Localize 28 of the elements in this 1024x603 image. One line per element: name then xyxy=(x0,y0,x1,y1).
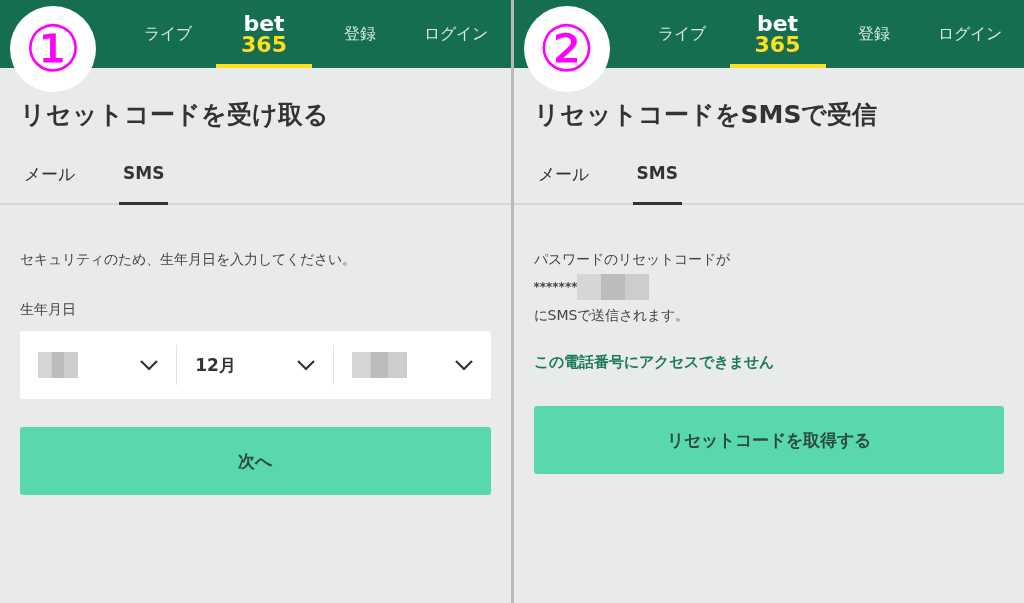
logo[interactable]: bet 365 xyxy=(216,0,312,68)
nav-link[interactable]: ライブ xyxy=(120,0,216,68)
nav-link[interactable]: 登録 xyxy=(312,0,408,68)
no-access-link[interactable]: この電話番号にアクセスできません xyxy=(533,353,1004,372)
nav-link[interactable]: 登録 xyxy=(825,0,922,68)
tab[interactable]: メール xyxy=(20,157,79,205)
redacted-mosaic xyxy=(38,352,78,378)
tab[interactable]: SMS xyxy=(119,157,169,205)
page-title: リセットコードをSMSで受信 xyxy=(533,99,879,131)
message-text: パスワードのリセットコードが xyxy=(533,250,731,269)
nav-link[interactable]: ライブ xyxy=(633,0,730,68)
tab[interactable]: メール xyxy=(533,157,593,205)
tab[interactable]: SMS xyxy=(632,157,682,205)
field-label: 生年月日 xyxy=(20,301,77,319)
nav-link[interactable]: ログイン xyxy=(921,0,1018,68)
get-code-button[interactable]: リセットコードを取得する xyxy=(533,406,1004,474)
chevron-down-icon xyxy=(454,359,473,371)
instruction-text: セキュリティのため、生年月日を入力してください。 xyxy=(20,250,357,269)
dropdown[interactable]: 12月 xyxy=(176,345,334,385)
chevron-down-icon xyxy=(297,359,316,371)
chevron-down-icon xyxy=(140,359,159,371)
next-button[interactable]: 次へ xyxy=(20,427,491,495)
redacted-mosaic xyxy=(352,352,408,378)
message-text: にSMSで送信されます。 xyxy=(533,306,691,325)
masked-phone: ******* xyxy=(533,279,578,296)
nav-link[interactable]: ログイン xyxy=(408,0,504,68)
page-title: リセットコードを受け取る xyxy=(20,99,330,131)
logo[interactable]: bet 365 xyxy=(729,0,826,68)
